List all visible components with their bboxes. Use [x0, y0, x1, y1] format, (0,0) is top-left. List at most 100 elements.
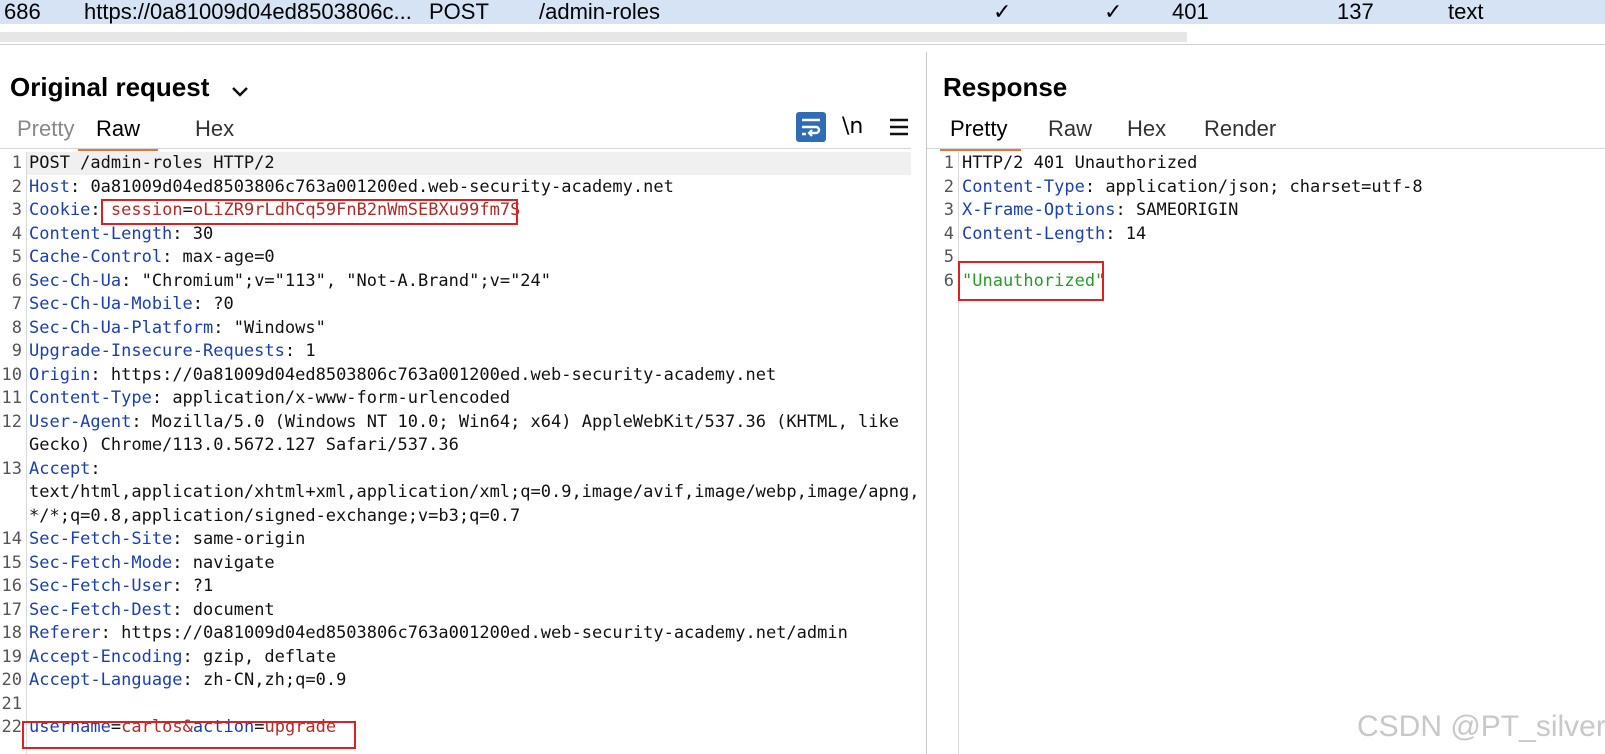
code-line: Origin: https://0a81009d04ed8503806c763a… [29, 364, 776, 388]
header-value: ?0 [203, 294, 234, 314]
tab-hex[interactable]: Hex [195, 116, 234, 148]
highlight-box [22, 721, 356, 749]
header-name: Accept-Language [29, 670, 183, 690]
header-value: Mozilla/5.0 (Windows NT 10.0; Win64; x64… [141, 411, 899, 432]
header-value: 0a81009d04ed8503806c763a001200ed.web-sec… [80, 176, 674, 197]
header-name: X-Frame-Options [962, 200, 1116, 220]
header-colon: : [162, 247, 173, 267]
show-newlines-button[interactable]: \n [842, 112, 872, 142]
code-text: text/html,application/xhtml+xml,applicat… [29, 482, 920, 502]
code-text: Gecko) Chrome/113.0.5672.127 Safari/537.… [29, 435, 459, 455]
tab-render[interactable]: Render [1204, 116, 1276, 148]
horizontal-scrollbar[interactable] [0, 32, 1187, 42]
line-number: 15 [1, 552, 22, 573]
tab-pretty[interactable]: Pretty [940, 116, 1022, 151]
line-number: 14 [1, 529, 22, 549]
code-line: Sec-Ch-Ua-Mobile: ?0 [29, 293, 234, 317]
word-wrap-button[interactable] [796, 112, 826, 142]
header-value: https://0a81009d04ed8503806c763a001200ed… [100, 364, 777, 385]
wrap-icon [802, 118, 821, 137]
header-name: Upgrade-Insecure-Requests [29, 341, 285, 361]
code-line: Accept-Encoding: gzip, deflate [29, 646, 336, 670]
header-value: gzip, deflate [192, 646, 337, 667]
code-line: Sec-Fetch-Site: same-origin [29, 528, 305, 552]
line-number: 21 [1, 693, 22, 714]
code-line: HTTP/2 401 Unauthorized [962, 152, 1197, 176]
code-text: */*;q=0.8,application/signed-exchange;v=… [29, 505, 521, 526]
line-number: 1 [11, 153, 22, 173]
header-colon: : [90, 364, 101, 385]
line-number: 5 [11, 247, 22, 267]
line-number: 12 [1, 411, 22, 432]
line-number: 11 [1, 388, 22, 408]
line-number: 19 [1, 646, 22, 667]
header-value: "Windows" [223, 317, 326, 338]
header-colon: : [182, 646, 193, 667]
tab-raw[interactable]: Raw [1048, 116, 1092, 148]
menu-icon[interactable] [884, 112, 914, 142]
row-check-1: ✓ [993, 0, 1012, 24]
header-name: Host [29, 176, 70, 197]
header-value: same-origin [182, 529, 306, 549]
request-tabs: Pretty Raw Hex [0, 116, 926, 151]
line-number: 2 [11, 176, 22, 197]
header-value: 1 [295, 341, 316, 361]
history-row[interactable]: 686 https://0a81009d04ed8503806c... POST… [0, 0, 1605, 24]
header-colon: : [172, 529, 183, 549]
code-text: POST /admin-roles HTTP/2 [29, 153, 275, 173]
line-number: 7 [11, 294, 22, 314]
header-colon: : [182, 670, 193, 690]
header-value: "Chromium";v="113", "Not-A.Brand";v="24" [131, 270, 552, 291]
header-name: Content-Type [962, 176, 1085, 197]
tab-hex[interactable]: Hex [1127, 116, 1166, 148]
header-name: Origin [29, 364, 91, 385]
row-url: https://0a81009d04ed8503806c... [84, 0, 412, 24]
tab-underline [927, 148, 1605, 149]
request-panel-title[interactable]: Original request [10, 72, 249, 105]
header-name: Sec-Fetch-Mode [29, 552, 173, 573]
header-value: application/json; charset=utf-8 [1095, 176, 1423, 197]
chevron-down-icon[interactable] [231, 74, 249, 105]
tab-pretty[interactable]: Pretty [17, 116, 74, 148]
header-value: 14 [1115, 223, 1147, 244]
row-path: /admin-roles [539, 0, 661, 24]
request-title-text: Original request [10, 72, 210, 102]
header-colon: : [90, 200, 101, 220]
highlight-box [101, 199, 518, 225]
header-colon: : [100, 623, 111, 643]
line-number: 2 [943, 176, 954, 197]
code-line: Sec-Fetch-User: ?1 [29, 575, 213, 599]
line-number: 9 [11, 341, 22, 361]
row-id: 686 [4, 0, 41, 24]
header-name: Sec-Fetch-Site [29, 529, 173, 549]
header-colon: : [90, 458, 101, 479]
code-line: Sec-Fetch-Dest: document [29, 599, 275, 623]
response-tabs: Pretty Raw Hex Render [927, 116, 1605, 151]
code-line: Upgrade-Insecure-Requests: 1 [29, 340, 316, 364]
header-value: SAMEORIGIN [1125, 200, 1239, 220]
code-line: Sec-Fetch-Mode: navigate [29, 552, 275, 576]
header-name: User-Agent [29, 411, 132, 432]
line-number: 1 [943, 153, 954, 173]
header-name: Referer [29, 623, 101, 643]
header-colon: : [1084, 176, 1096, 197]
row-status: 401 [1172, 0, 1209, 24]
code-line: Accept: [29, 458, 101, 482]
header-value: application/x-www-form-urlencoded [162, 388, 511, 408]
code-line: Accept-Language: zh-CN,zh;q=0.9 [29, 669, 346, 693]
gutter-border [958, 152, 959, 754]
header-colon: : [121, 270, 132, 291]
code-line: User-Agent: Mozilla/5.0 (Windows NT 10.0… [29, 411, 899, 435]
tab-raw[interactable]: Raw [78, 116, 159, 151]
gutter-border [26, 152, 27, 754]
header-colon: : [151, 388, 163, 408]
header-colon: : [172, 576, 183, 596]
panel-divider[interactable] [926, 52, 927, 754]
divider [0, 44, 1605, 45]
header-value: navigate [182, 552, 275, 573]
header-name: Content-Length [29, 223, 173, 244]
header-name: Content-Type [29, 388, 152, 408]
line-number: 13 [1, 458, 22, 479]
row-check-2: ✓ [1104, 0, 1123, 24]
header-value: zh-CN,zh;q=0.9 [192, 670, 347, 690]
